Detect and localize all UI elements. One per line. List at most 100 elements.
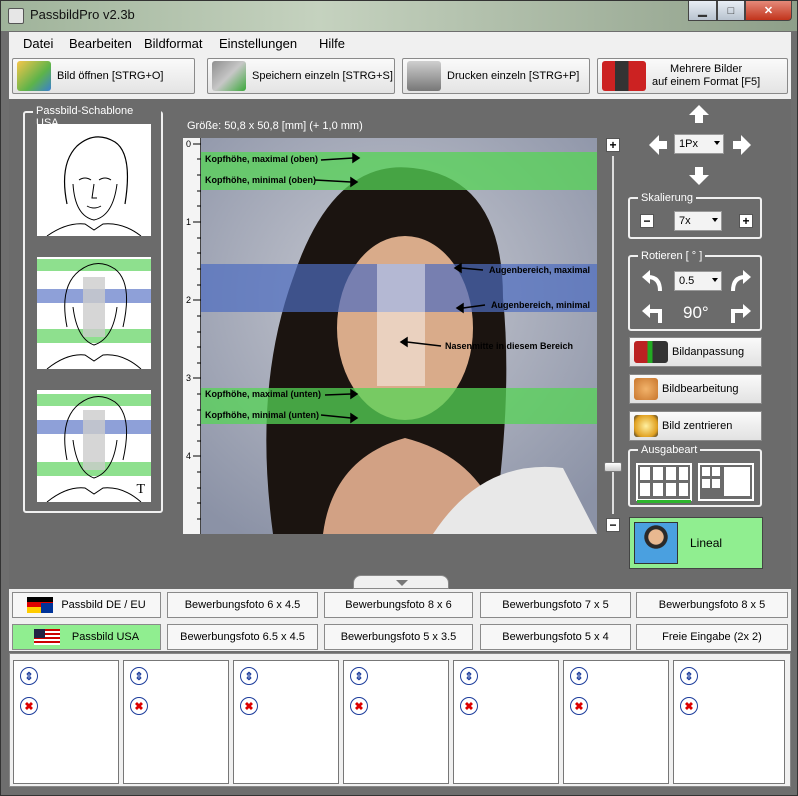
output-grid-icon[interactable] (636, 463, 692, 503)
center-image-label: Bild zentrieren (662, 420, 733, 432)
save-disk-icon (212, 61, 246, 91)
zoom-thumb[interactable] (604, 462, 622, 472)
delete-icon[interactable]: ✖ (350, 697, 368, 715)
tab-5x3-5[interactable]: Bewerbungsfoto 5 x 3.5 (324, 624, 473, 650)
close-button[interactable]: ✕ (745, 1, 792, 21)
ruler-toggle-button[interactable]: Lineal (629, 517, 763, 569)
tab-8x5[interactable]: Bewerbungsfoto 8 x 5 (636, 592, 788, 618)
move-updown-icon[interactable]: ⇕ (570, 667, 588, 685)
thumbnail-slot[interactable]: ⇕ ✖ (343, 660, 449, 784)
thumbnail-slot[interactable]: ⇕ ✖ (673, 660, 785, 784)
center-image-button[interactable]: Bild zentrieren (629, 411, 762, 441)
rotate-step-value: 0.5 (679, 275, 695, 287)
move-updown-icon[interactable]: ⇕ (460, 667, 478, 685)
printer-icon (407, 61, 441, 91)
minimize-button[interactable]: ▁ (688, 1, 717, 21)
menu-einstellungen[interactable]: Einstellungen (219, 36, 297, 51)
multiple-images-label: Mehrere Bilder auf einem Format [F5] (652, 63, 760, 89)
menu-hilfe[interactable]: Hilfe (319, 36, 345, 51)
template-group: Passbild-Schablone USA T (23, 105, 163, 513)
scale-select[interactable]: 7x (674, 211, 722, 231)
delete-icon[interactable]: ✖ (20, 697, 38, 715)
print-single-button[interactable]: Drucken einzeln [STRG+P] (402, 58, 590, 94)
output-single-icon[interactable] (698, 463, 754, 503)
size-label: Größe: 50,8 x 50,8 [mm] (+ 1,0 mm) (187, 120, 363, 132)
delete-icon[interactable]: ✖ (570, 697, 588, 715)
scale-group: Skalierung − 7x + (628, 192, 762, 239)
zoom-slider[interactable]: + − (604, 138, 622, 534)
maximize-button[interactable]: □ (717, 1, 745, 21)
scale-plus-button[interactable]: + (739, 214, 753, 228)
thumbnail-slot[interactable]: ⇕ ✖ (233, 660, 339, 784)
template-face-bands[interactable]: T (37, 390, 151, 502)
zoom-in-button[interactable]: + (606, 138, 620, 152)
photo-canvas[interactable]: 0 1 2 3 4 Kopfhöhe, maximal (oben) Kopfh… (183, 138, 597, 534)
move-left-icon[interactable] (647, 133, 669, 157)
tab-label: Passbild USA (71, 631, 140, 643)
annotation-arrows (314, 152, 486, 424)
chevron-down-icon (396, 580, 408, 586)
template-face-outline[interactable] (37, 124, 151, 236)
output-group: Ausgabeart (628, 444, 762, 507)
scale-minus-button[interactable]: − (640, 214, 654, 228)
delete-icon[interactable]: ✖ (130, 697, 148, 715)
delete-icon[interactable]: ✖ (460, 697, 478, 715)
tab-6-5x4-5[interactable]: Bewerbungsfoto 6.5 x 4.5 (167, 624, 318, 650)
rotate-right-icon[interactable] (729, 269, 753, 293)
rotate-group: Rotieren [ ° ] 0.5 90° (628, 250, 762, 331)
open-image-button[interactable]: Bild öffnen [STRG+O] (12, 58, 195, 94)
image-edit-label: Bildbearbeitung (662, 383, 739, 395)
ruler-toggle-label: Lineal (690, 536, 723, 550)
move-down-icon[interactable] (687, 165, 711, 187)
multiple-images-line1: Mehrere Bilder (670, 63, 743, 75)
tab-8x6[interactable]: Bewerbungsfoto 8 x 6 (324, 592, 473, 618)
move-right-icon[interactable] (731, 133, 753, 157)
flag-usa-icon (33, 629, 60, 645)
rotate-90-left-icon[interactable] (640, 301, 664, 325)
thumbnail-strip: ⇕ ✖ ⇕ ✖ ⇕ ✖ ⇕ ✖ ⇕ ✖ ⇕ ✖ ⇕ ✖ (9, 653, 791, 787)
tab-7x5[interactable]: Bewerbungsfoto 7 x 5 (480, 592, 631, 618)
face-outline-icon (46, 136, 142, 236)
people-icon (602, 61, 646, 91)
thumbnail-slot[interactable]: ⇕ ✖ (13, 660, 119, 784)
delete-icon[interactable]: ✖ (680, 697, 698, 715)
rotate-90-right-icon[interactable] (729, 301, 753, 325)
move-step-select[interactable]: 1Px (674, 134, 724, 154)
tab-label: Passbild DE / EU (61, 599, 146, 611)
move-updown-icon[interactable]: ⇕ (20, 667, 38, 685)
move-updown-icon[interactable]: ⇕ (130, 667, 148, 685)
menu-datei[interactable]: Datei (23, 36, 53, 51)
workspace: Passbild-Schablone USA T Größe: 50,8 x 5… (9, 99, 791, 589)
save-single-button[interactable]: Speichern einzeln [STRG+S] (207, 58, 395, 94)
template-face-eyes[interactable] (37, 257, 151, 369)
menu-bildformat[interactable]: Bildformat (144, 36, 203, 51)
delete-icon[interactable]: ✖ (240, 697, 258, 715)
move-updown-icon[interactable]: ⇕ (680, 667, 698, 685)
thumbnail-slot[interactable]: ⇕ ✖ (123, 660, 229, 784)
move-up-icon[interactable] (687, 103, 711, 125)
multiple-images-button[interactable]: Mehrere Bilder auf einem Format [F5] (597, 58, 788, 94)
tab-free-input[interactable]: Freie Eingabe (2x 2) (636, 624, 788, 650)
chevron-down-icon (714, 141, 720, 145)
title-bar: PassbildPro v2.3b ▁ □ ✕ (1, 1, 797, 31)
scale-title: Skalierung (638, 192, 696, 204)
zoom-out-button[interactable]: − (606, 518, 620, 532)
move-updown-icon[interactable]: ⇕ (350, 667, 368, 685)
toolbar: Bild öffnen [STRG+O] Speichern einzeln [… (9, 55, 791, 99)
multiple-images-line2: auf einem Format [F5] (652, 76, 761, 88)
image-adjust-button[interactable]: Bildanpassung (629, 337, 762, 367)
collapse-panel-handle[interactable] (353, 575, 449, 589)
rotate-left-icon[interactable] (640, 269, 664, 293)
tab-passbild-usa[interactable]: Passbild USA (12, 624, 161, 650)
save-single-label: Speichern einzeln [STRG+S] (252, 70, 393, 82)
move-updown-icon[interactable]: ⇕ (240, 667, 258, 685)
chevron-down-icon (712, 278, 718, 282)
tab-5x4[interactable]: Bewerbungsfoto 5 x 4 (480, 624, 631, 650)
thumbnail-slot[interactable]: ⇕ ✖ (563, 660, 669, 784)
thumbnail-slot[interactable]: ⇕ ✖ (453, 660, 559, 784)
menu-bearbeiten[interactable]: Bearbeiten (69, 36, 132, 51)
rotate-step-select[interactable]: 0.5 (674, 271, 722, 291)
image-edit-button[interactable]: Bildbearbeitung (629, 374, 762, 404)
tab-passbild-de-eu[interactable]: Passbild DE / EU (12, 592, 161, 618)
tab-6x4-5[interactable]: Bewerbungsfoto 6 x 4.5 (167, 592, 318, 618)
